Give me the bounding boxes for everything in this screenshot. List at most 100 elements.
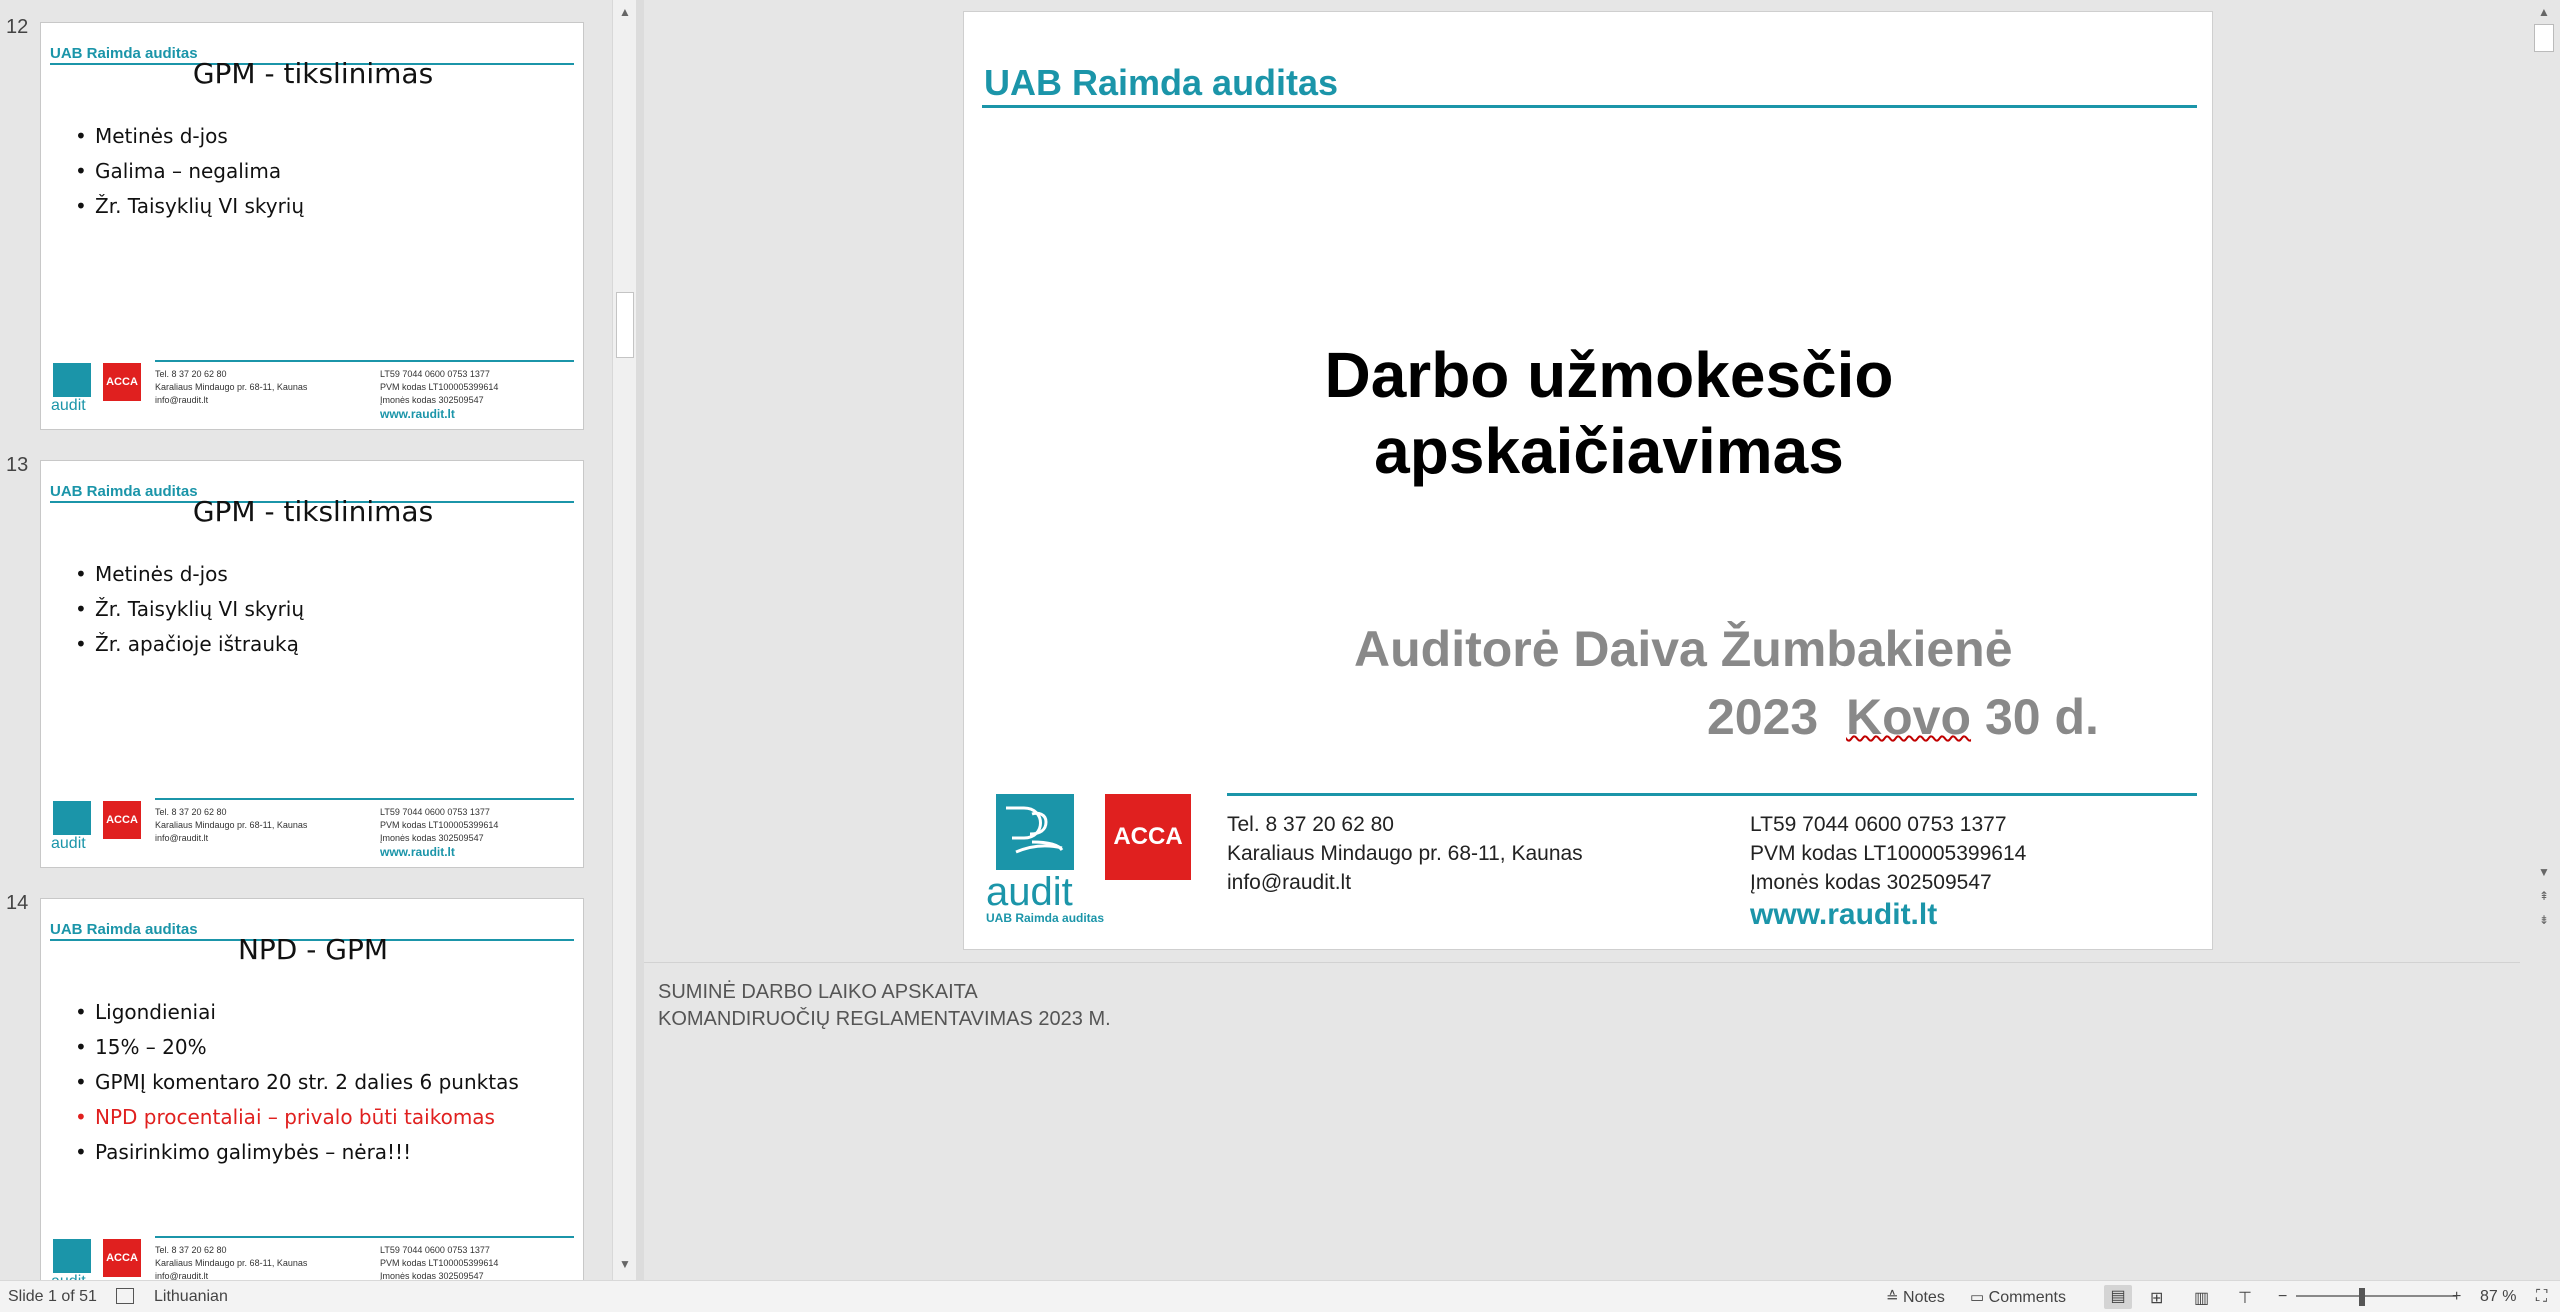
scroll-down-arrow-icon[interactable]: ▼ [2532,860,2556,884]
slide-scrollbar-thumb[interactable] [2534,24,2554,52]
comments-label: Comments [1988,1289,2066,1306]
thumb-logo-text: audit [51,397,86,414]
thumb-title: GPM - tikslinimas [192,495,434,528]
thumb-account: LT59 7044 0600 0753 1377 [380,369,490,379]
zoom-slider-thumb[interactable] [2359,1288,2365,1306]
thumb-footer-company: LT59 7044 0600 0753 1377 PVM kodas LT100… [380,368,498,407]
thumb-number: 12 [6,16,29,38]
slide-counter: Slide 1 of 51 [8,1288,97,1305]
slide-thumbnail-pane[interactable]: 12 UAB Raimda auditas GPM - tikslinimas … [0,0,612,1280]
slide-date[interactable]: 2023 Kovo 30 d. [1707,688,2099,746]
thumb-tel: Tel. 8 37 20 62 80 [155,1245,227,1255]
acca-logo: ACCA [1105,794,1191,880]
spell-check-icon[interactable] [116,1288,134,1306]
slide-thumbnail-14[interactable]: UAB Raimda auditas NPD - GPM Ligondienia… [40,898,584,1280]
notes-pane[interactable]: SUMINĖ DARBO LAIKO APSKAITA KOMANDIRUOČI… [644,962,2520,1280]
notes-button[interactable]: ≙ Notes [1886,1288,1945,1307]
scroll-up-arrow-icon[interactable]: ▲ [613,0,637,24]
slide-title[interactable]: Darbo užmokesčio apskaičiavimas [964,337,1994,489]
audit-logo-mark-icon [1006,806,1064,854]
previous-slide-icon[interactable]: ⇞ [2532,884,2556,908]
slide-address: Karaliaus Mindaugo pr. 68-11, Kaunas [1227,842,1583,865]
notes-line: KOMANDIRUOČIŲ REGLAMENTAVIMAS 2023 M. [658,1008,1111,1030]
fit-to-window-icon[interactable]: ⛶ [2536,1288,2547,1306]
comment-icon: ▭ [1970,1289,1985,1306]
slide-logo-subtitle: UAB Raimda auditas [986,911,1105,925]
thumb-vat: PVM kodas LT100005399614 [380,382,499,392]
thumb-number: 14 [6,892,29,914]
thumb-footer-line [155,1236,574,1238]
thumb-account: LT59 7044 0600 0753 1377 [380,1245,490,1255]
slide-tel: Tel. 8 37 20 62 80 [1227,813,1394,836]
slide-title-line2: apskaičiavimas [1374,415,1844,487]
thumb-bullet: 15% – 20% [75,1030,519,1065]
zoom-in-icon[interactable]: + [2452,1288,2461,1306]
slide-author[interactable]: Auditorė Daiva Žumbakienė [1354,620,2013,678]
thumb-bullet-list: Ligondieniai 15% – 20% GPMĮ komentaro 20… [75,995,519,1170]
slide-sorter-icon[interactable]: ⊞ [2150,1288,2163,1308]
slide-scrollbar[interactable]: ▲ ▼ ⇞ ⇟ [2528,0,2560,1280]
acca-logo: ACCA [103,801,141,839]
zoom-level[interactable]: 87 % [2480,1288,2516,1306]
thumb-footer-line [155,798,574,800]
thumb-bullet: Metinės d-jos [75,557,304,592]
thumb-footer-company: LT59 7044 0600 0753 1377 PVM kodas LT100… [380,1244,498,1280]
thumb-bullet: Žr. Taisyklių VI skyrių [75,592,304,627]
thumb-www: www.raudit.lt [380,407,455,421]
thumb-footer-line [155,360,574,362]
slide-date-year: 2023 [1707,689,1819,745]
thumb-footer-contact: Tel. 8 37 20 62 80 Karaliaus Mindaugo pr… [155,806,307,845]
thumb-bullet: GPMĮ komentaro 20 str. 2 dalies 6 punkta… [75,1065,519,1100]
thumb-vat: PVM kodas LT100005399614 [380,1258,499,1268]
slideshow-icon[interactable]: ⊤ [2238,1288,2252,1308]
thumb-title: NPD - GPM [237,933,389,966]
thumb-email: info@raudit.lt [155,395,209,405]
slide-thumbnail-13[interactable]: UAB Raimda auditas GPM - tikslinimas Met… [40,460,584,868]
language-indicator[interactable]: Lithuanian [154,1288,228,1306]
thumb-footer-contact: Tel. 8 37 20 62 80 Karaliaus Mindaugo pr… [155,1244,307,1280]
scroll-up-arrow-icon[interactable]: ▲ [2532,0,2556,24]
slide-account: LT59 7044 0600 0753 1377 [1750,813,2007,836]
notes-line: SUMINĖ DARBO LAIKO APSKAITA [658,981,978,1003]
pane-divider[interactable] [636,0,644,1280]
reading-view-icon[interactable]: ▥ [2194,1288,2209,1308]
thumb-vat: PVM kodas LT100005399614 [380,820,499,830]
slide-thumbnail-12[interactable]: UAB Raimda auditas GPM - tikslinimas Met… [40,22,584,430]
normal-view-icon[interactable]: ▤ [2104,1285,2132,1309]
scroll-down-arrow-icon[interactable]: ▼ [613,1252,637,1276]
thumb-address: Karaliaus Mindaugo pr. 68-11, Kaunas [155,1258,308,1268]
next-slide-icon[interactable]: ⇟ [2532,908,2556,932]
thumb-bullet: Žr. apačioje ištrauką [75,627,304,662]
slide-brand: UAB Raimda auditas [984,62,1339,103]
acca-logo: ACCA [103,1239,141,1277]
thumbnail-scrollbar[interactable]: ▲ ▼ [612,0,636,1280]
slide-header-line [982,105,2197,108]
thumb-company-code: Įmonės kodas 302509547 [380,1271,484,1280]
thumb-www: www.raudit.lt [380,845,455,859]
thumb-email: info@raudit.lt [155,833,209,843]
thumb-bullet: Galima – negalima [75,154,304,189]
slide-date-day: 30 d. [1984,689,2099,745]
thumb-bullet: Pasirinkimo galimybės – nėra!!! [75,1135,519,1170]
main-slide[interactable]: UAB Raimda auditas Darbo užmokesčio apsk… [963,11,2213,950]
thumb-title: GPM - tikslinimas [192,57,434,90]
thumb-tel: Tel. 8 37 20 62 80 [155,369,227,379]
thumb-account: LT59 7044 0600 0753 1377 [380,807,490,817]
slide-vat: PVM kodas LT100005399614 [1750,842,2027,865]
acca-logo: ACCA [103,363,141,401]
slide-logo-text: audit [986,870,1073,914]
thumb-footer-contact: Tel. 8 37 20 62 80 Karaliaus Mindaugo pr… [155,368,307,407]
thumb-address: Karaliaus Mindaugo pr. 68-11, Kaunas [155,382,308,392]
zoom-slider[interactable] [2296,1295,2456,1297]
thumbnail-scrollbar-thumb[interactable] [616,292,634,358]
thumb-logo-text: audit [51,835,86,852]
thumb-email: info@raudit.lt [155,1271,209,1280]
slide-company-code: Įmonės kodas 302509547 [1750,871,1992,894]
thumb-logo-text: audit [51,1273,86,1280]
audit-logo-icon [53,363,91,397]
zoom-out-icon[interactable]: − [2278,1288,2287,1306]
thumb-bullet-list: Metinės d-jos Žr. Taisyklių VI skyrių Žr… [75,557,304,662]
thumb-bullet: Žr. Taisyklių VI skyrių [75,189,304,224]
comments-button[interactable]: ▭ Comments [1970,1288,2066,1307]
thumb-footer-company: LT59 7044 0600 0753 1377 PVM kodas LT100… [380,806,498,845]
